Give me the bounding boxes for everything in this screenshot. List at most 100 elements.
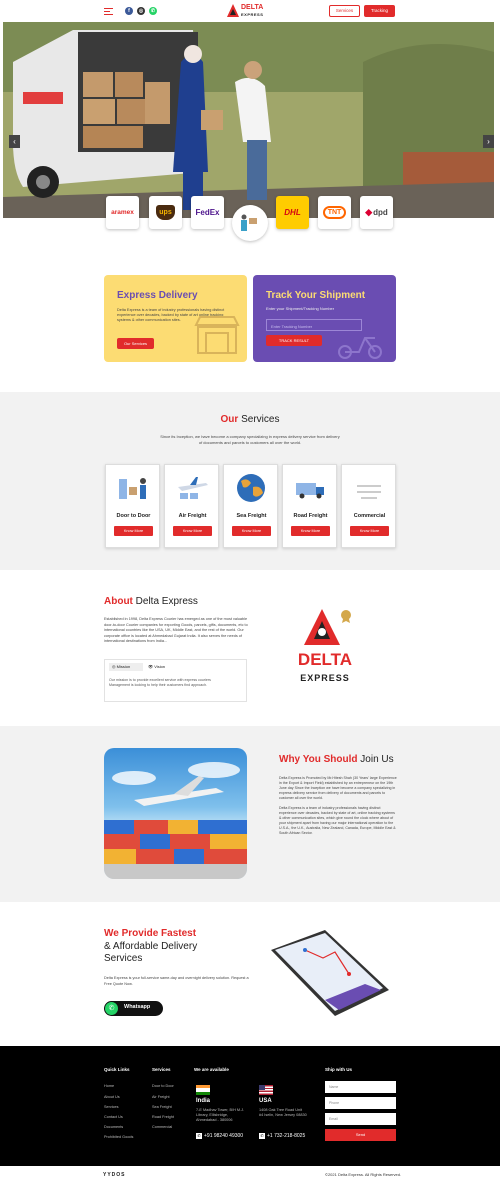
usa-flag-icon — [259, 1085, 273, 1095]
india-address: 7-E Madhav Tower, B/H M.J. Library, Elli… — [196, 1108, 245, 1122]
express-delivery-card: Express Delivery Delta Express is a team… — [104, 275, 247, 362]
carrier-dpd: ◆ dpd — [360, 196, 393, 229]
services-title-rest: Services — [241, 414, 280, 425]
developer-brand[interactable]: YYDOS — [103, 1172, 126, 1178]
store-icon — [194, 316, 240, 354]
prev-slide-button[interactable]: ‹ — [9, 135, 20, 148]
service-name: Door to Door — [116, 513, 151, 519]
footer-link[interactable]: Contact Us — [104, 1115, 123, 1119]
about-logo-sub: EXPRESS — [300, 673, 350, 683]
footer-link[interactable]: Home — [104, 1084, 114, 1088]
commercial-icon — [357, 485, 381, 499]
whatsapp-label: Whatsapp — [124, 1004, 151, 1010]
about-title: About Delta Express — [104, 596, 198, 607]
footer-service-link[interactable]: Commercial — [152, 1125, 172, 1129]
know-more-button[interactable]: Know More — [291, 526, 330, 536]
services-button[interactable]: Services — [329, 5, 360, 17]
site-header: f ◎ ✆ DELTA EXPRESS Services Tracking — [0, 0, 500, 22]
footer-link[interactable]: Services — [104, 1105, 119, 1109]
footer-service-link[interactable]: Air Freight — [152, 1095, 170, 1099]
air-freight-icon — [178, 477, 208, 499]
tab-mission[interactable]: ◎ Mission — [109, 663, 143, 671]
why-title-rest: Join Us — [360, 754, 394, 765]
carrier-ups: ups — [149, 196, 182, 229]
fastest-title: We Provide Fastest & Affordable Delivery… — [104, 928, 254, 966]
why-title: Why You Should Join Us — [279, 754, 394, 765]
know-more-button[interactable]: Know More — [232, 526, 271, 536]
whatsapp-icon[interactable]: ✆ — [149, 7, 157, 15]
globe-icon — [237, 474, 265, 502]
about-title-accent: About — [104, 596, 133, 607]
phone-field[interactable]: Phone — [325, 1097, 396, 1109]
phone-icon: ✆ — [196, 1133, 202, 1139]
quick-links-title: Quick Links — [104, 1067, 130, 1072]
dpd-cube-icon: ◆ — [365, 207, 373, 217]
truck-icon — [296, 483, 324, 499]
mission-text: Our mission is to provide excellent serv… — [109, 678, 211, 687]
why-title-accent: Why You Should — [279, 754, 358, 765]
why-desc: Delta Express is Promoted by Mr.Hitesh S… — [279, 776, 397, 836]
india-label: India — [196, 1098, 211, 1104]
send-button[interactable]: Send — [325, 1129, 396, 1141]
whatsapp-button[interactable]: ✆ Whatsapp — [104, 1001, 163, 1016]
tab-vision-label: Vision — [154, 664, 166, 669]
name-field[interactable]: Name — [325, 1081, 396, 1093]
bottom-bar: YYDOS ©2021 Delta Express. All Rights Re… — [0, 1166, 500, 1184]
service-card-air-freight: Air Freight Know More — [164, 464, 219, 548]
phone-icon: ✆ — [259, 1133, 265, 1139]
tab-vision[interactable]: 👁 Vision — [145, 663, 175, 671]
usa-label: USA — [259, 1098, 272, 1104]
services-desc: Since its Inception, we have become a co… — [160, 434, 340, 445]
carrier-tnt: TNT — [318, 196, 351, 229]
carrier-center-badge — [232, 205, 268, 241]
service-name: Air Freight — [178, 513, 207, 519]
footer-service-link[interactable]: Sea Freight — [152, 1105, 172, 1109]
door-to-door-icon — [119, 478, 146, 499]
track-shipment-card: Track Your Shipment Enter your Shipment/… — [253, 275, 396, 362]
ship-with-us-title: Ship with Us — [325, 1067, 352, 1072]
site-footer: Quick Links Home About Us Services Conta… — [0, 1046, 500, 1166]
usa-phone[interactable]: ✆ +1 732-218-8025 — [259, 1133, 305, 1139]
service-name: Sea Freight — [236, 513, 267, 519]
facebook-icon[interactable]: f — [125, 7, 133, 15]
why-paragraph-2: Delta Express is a team of industry prof… — [279, 806, 396, 835]
logo-name: DELTA — [241, 4, 264, 11]
instagram-icon[interactable]: ◎ — [137, 7, 145, 15]
scooter-icon — [338, 337, 382, 359]
know-more-button[interactable]: Know More — [173, 526, 212, 536]
footer-link[interactable]: About Us — [104, 1095, 120, 1099]
site-logo[interactable]: DELTA EXPRESS — [227, 3, 273, 19]
india-flag-icon — [196, 1085, 210, 1095]
fastest-desc: Delta Express is your full-service same-… — [104, 976, 249, 986]
services-section: Our Services Since its Inception, we hav… — [0, 392, 500, 570]
footer-link[interactable]: Documents — [104, 1125, 123, 1129]
dpd-logo: dpd — [373, 208, 388, 217]
service-card-door-to-door: Door to Door Know More — [105, 464, 160, 548]
cargo-plane-image — [104, 748, 247, 879]
services-title-accent: Our — [220, 414, 239, 425]
know-more-button[interactable]: Know More — [350, 526, 389, 536]
service-card-sea-freight: Sea Freight Know More — [223, 464, 278, 548]
logo-triangle-icon — [227, 4, 239, 17]
email-field[interactable]: Email — [325, 1113, 396, 1125]
why-paragraph-1: Delta Express is Promoted by Mr.Hitesh S… — [279, 776, 397, 800]
fastest-title-line3: Services — [104, 953, 143, 964]
know-more-button[interactable]: Know More — [114, 526, 153, 536]
tracking-button[interactable]: Tracking — [364, 5, 395, 17]
next-slide-button[interactable]: › — [483, 135, 494, 148]
menu-icon[interactable] — [104, 8, 113, 15]
track-result-button[interactable]: TRACK RESULT — [266, 335, 322, 346]
ups-logo: ups — [156, 205, 175, 220]
services-title: Our Services — [0, 414, 500, 425]
our-services-button[interactable]: Our Services — [117, 338, 154, 349]
footer-service-link[interactable]: Door to Door — [152, 1084, 174, 1088]
footer-service-link[interactable]: Road Freight — [152, 1115, 174, 1119]
about-logo-name: DELTA — [297, 650, 353, 669]
award-badge-icon — [341, 610, 351, 623]
india-phone[interactable]: ✆ +91 98240 49300 — [196, 1133, 243, 1139]
about-logo: DELTA EXPRESS — [290, 607, 360, 689]
express-title: Express Delivery — [117, 290, 198, 301]
footer-link[interactable]: Prohibited Goods — [104, 1135, 133, 1139]
fastest-title-accent: We Provide Fastest — [104, 928, 197, 939]
service-card-commercial: Commercial Know More — [341, 464, 396, 548]
